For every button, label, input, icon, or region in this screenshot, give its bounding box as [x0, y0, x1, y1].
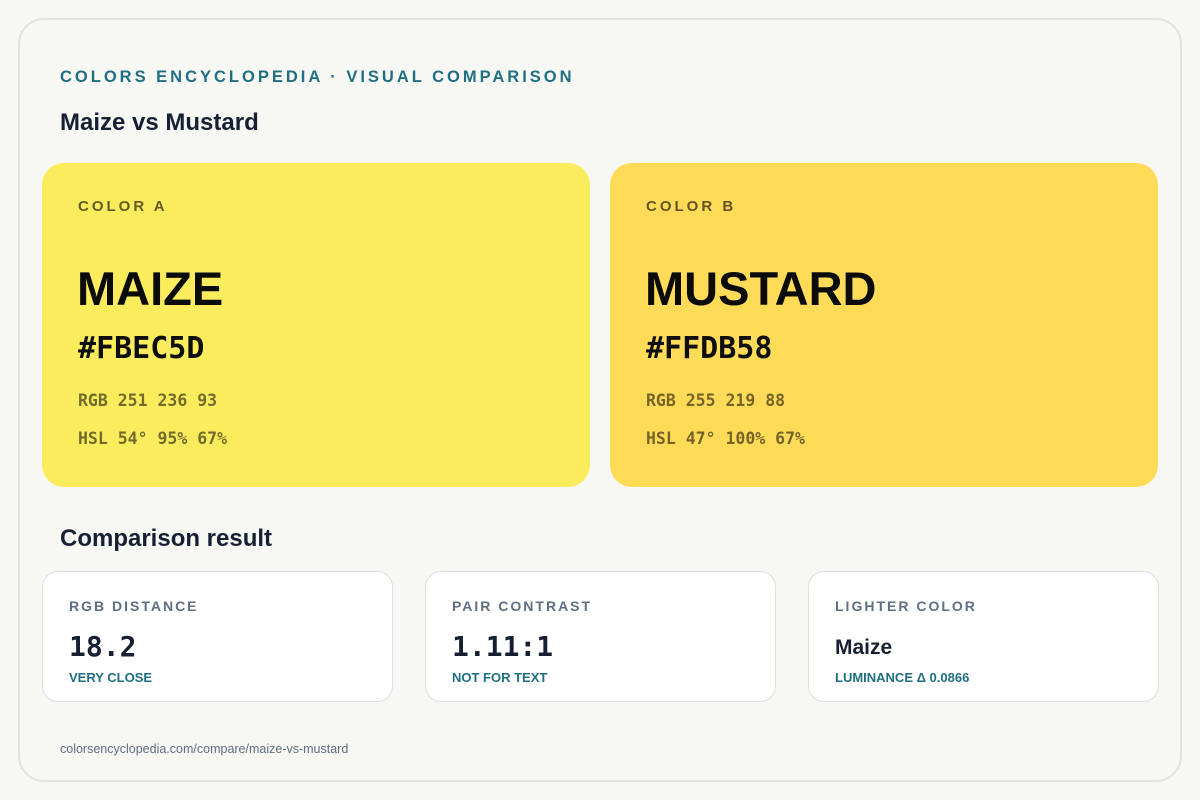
comparison-panel: COLORS ENCYCLOPEDIA · VISUAL COMPARISON … — [18, 18, 1182, 782]
color-b-swatch: COLOR B MUSTARD #FFDB58 RGB 255 219 88 H… — [610, 163, 1158, 487]
color-b-hex: #FFDB58 — [646, 331, 773, 366]
color-a-hex: #FBEC5D — [78, 331, 205, 366]
source-url[interactable]: colorsencyclopedia.com/compare/maize-vs-… — [60, 742, 348, 756]
comparison-title: Comparison result — [60, 525, 273, 552]
card-label: PAIR CONTRAST — [452, 598, 593, 614]
rgb-distance-card: RGB DISTANCE 18.2 VERY CLOSE — [42, 571, 393, 702]
card-note: LUMINANCE Δ 0.0866 — [835, 670, 970, 685]
color-a-hsl: HSL 54° 95% 67% — [78, 429, 228, 448]
card-label: RGB DISTANCE — [69, 598, 199, 614]
color-a-rgb: RGB 251 236 93 — [78, 391, 218, 410]
card-value: 1.11:1 — [452, 630, 554, 663]
color-a-label: COLOR A — [78, 198, 168, 215]
color-b-rgb: RGB 255 219 88 — [646, 391, 786, 410]
page-title: Maize vs Mustard — [60, 109, 259, 136]
lighter-color-card: LIGHTER COLOR Maize LUMINANCE Δ 0.0866 — [808, 571, 1159, 702]
color-a-name: MAIZE — [77, 262, 224, 315]
color-b-hsl: HSL 47° 100% 67% — [646, 429, 805, 448]
card-value: Maize — [835, 636, 893, 659]
card-note: VERY CLOSE — [69, 670, 153, 685]
card-label: LIGHTER COLOR — [835, 598, 977, 614]
color-b-label: COLOR B — [646, 198, 737, 215]
site-kicker: COLORS ENCYCLOPEDIA · VISUAL COMPARISON — [60, 68, 575, 86]
card-value: 18.2 — [69, 630, 137, 663]
pair-contrast-card: PAIR CONTRAST 1.11:1 NOT FOR TEXT — [425, 571, 776, 702]
color-b-name: MUSTARD — [645, 262, 877, 315]
card-note: NOT FOR TEXT — [452, 670, 548, 685]
color-a-swatch: COLOR A MAIZE #FBEC5D RGB 251 236 93 HSL… — [42, 163, 590, 487]
